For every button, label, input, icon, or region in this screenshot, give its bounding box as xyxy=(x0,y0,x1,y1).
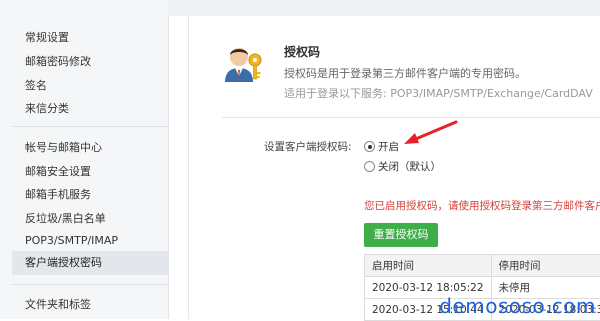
enabled-notice: 您已启用授权码，请使用授权码登录第三方邮件客户端 xyxy=(364,198,600,213)
sidebar-item-folders[interactable]: 文件夹和标签 xyxy=(25,296,91,312)
table-header-row: 启用时间 停用时间 xyxy=(365,255,600,277)
radio-enable[interactable] xyxy=(364,141,375,152)
page-description: 授权码是用于登录第三方邮件客户端的专用密码。 xyxy=(284,65,526,81)
auth-setting-label: 设置客户端授权码: xyxy=(264,139,352,154)
sidebar-item-security[interactable]: 邮箱安全设置 xyxy=(25,163,91,179)
watermark: demososo.com xyxy=(439,294,596,318)
sidebar-item-pop3[interactable]: POP3/SMTP/IMAP xyxy=(25,234,118,247)
page-title: 授权码 xyxy=(284,43,320,60)
sidebar-item-signature[interactable]: 签名 xyxy=(25,77,47,93)
sidebar-item-antispam[interactable]: 反垃圾/黑白名单 xyxy=(25,210,106,226)
sidebar-item-account-center[interactable]: 帐号与邮箱中心 xyxy=(25,139,102,155)
user-key-icon xyxy=(221,40,265,84)
sidebar-divider xyxy=(12,126,168,127)
sidebar-item-client-auth[interactable]: 客户端授权密码 xyxy=(12,251,168,275)
radio-disable-label[interactable]: 关闭（默认） xyxy=(378,159,441,174)
sidebar-item-mail-filter[interactable]: 来信分类 xyxy=(25,100,69,116)
settings-sidebar: 常规设置 邮箱密码修改 签名 来信分类 帐号与邮箱中心 邮箱安全设置 邮箱手机服… xyxy=(0,0,169,319)
supported-services: 适用于登录以下服务: POP3/IMAP/SMTP/Exchange/CardD… xyxy=(284,85,593,101)
sidebar-item-general[interactable]: 常规设置 xyxy=(25,29,69,45)
sidebar-item-mobile[interactable]: 邮箱手机服务 xyxy=(25,186,91,202)
reset-auth-code-button[interactable]: 重置授权码 xyxy=(364,223,438,247)
radio-enable-label[interactable]: 开启 xyxy=(378,139,399,154)
column-header-disabled: 停用时间 xyxy=(491,255,600,277)
auth-code-panel: 授权码 授权码是用于登录第三方邮件客户端的专用密码。 适用于登录以下服务: PO… xyxy=(188,16,600,319)
top-bar xyxy=(168,0,600,16)
radio-disable[interactable] xyxy=(364,161,375,172)
red-arrow-annotation xyxy=(401,119,461,147)
sidebar-divider xyxy=(12,284,168,285)
section-divider xyxy=(222,117,600,118)
sidebar-item-password[interactable]: 邮箱密码修改 xyxy=(25,53,91,69)
column-header-enabled: 启用时间 xyxy=(365,255,492,277)
main-content: 授权码 授权码是用于登录第三方邮件客户端的专用密码。 适用于登录以下服务: PO… xyxy=(168,0,600,319)
